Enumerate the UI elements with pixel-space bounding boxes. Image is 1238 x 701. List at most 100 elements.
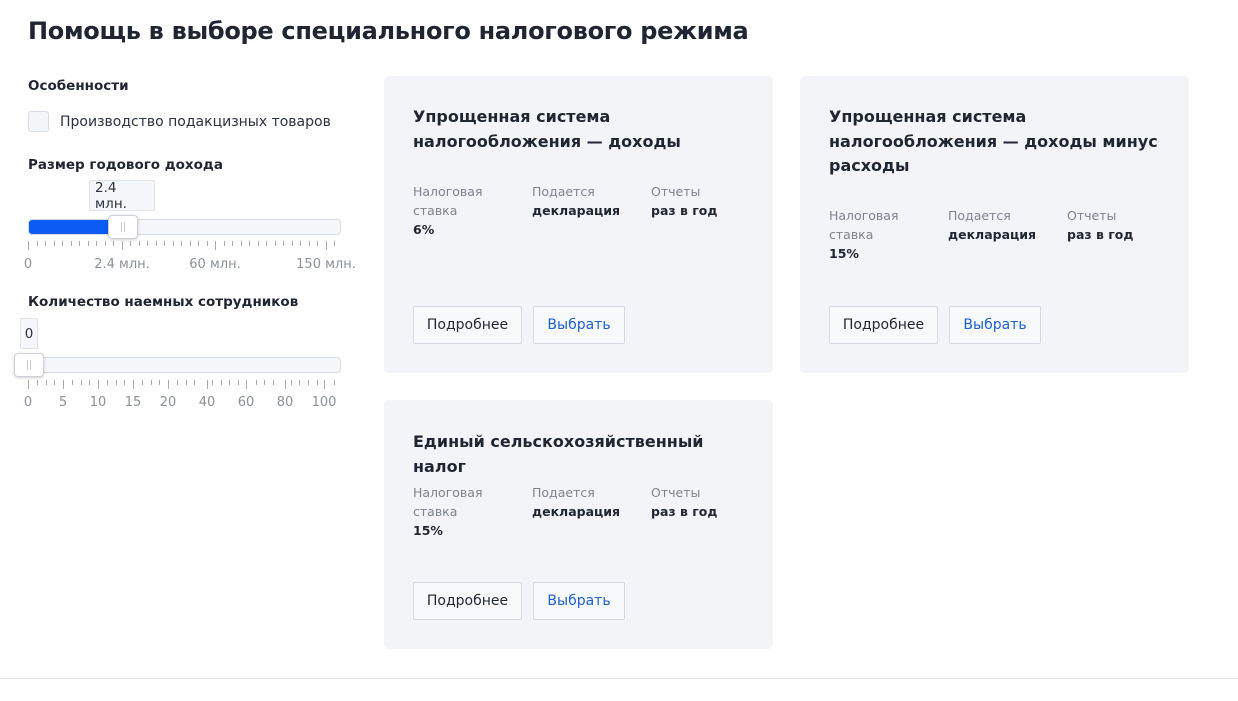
property-value: декларация bbox=[532, 504, 621, 519]
select-button[interactable]: Выбрать bbox=[949, 306, 1041, 344]
slider-tick bbox=[80, 380, 82, 385]
employees-tick-label: 0 bbox=[23, 395, 33, 410]
slider-tick bbox=[240, 241, 242, 246]
income-tick-label: 150 млн. bbox=[296, 257, 356, 272]
slider-tick bbox=[141, 380, 143, 385]
employees-tick-label: 20 bbox=[159, 395, 177, 410]
slider-tick bbox=[36, 380, 38, 385]
slider-tick bbox=[215, 241, 216, 250]
slider-tick bbox=[28, 241, 29, 250]
footer-divider bbox=[0, 678, 1238, 679]
features-heading: Особенности bbox=[28, 78, 129, 94]
income-value-badge: 2.4 млн. bbox=[89, 180, 155, 212]
slider-tick bbox=[220, 380, 222, 385]
slider-tick bbox=[206, 241, 208, 246]
slider-tick bbox=[229, 380, 231, 385]
slider-tick bbox=[63, 380, 64, 389]
slider-tick bbox=[87, 241, 89, 246]
excise-goods-checkbox[interactable] bbox=[28, 111, 49, 132]
details-button[interactable]: Подробнее bbox=[413, 306, 522, 344]
employees-slider-handle[interactable] bbox=[14, 353, 44, 377]
slider-tick bbox=[266, 241, 267, 246]
property-value: раз в год bbox=[651, 504, 718, 519]
employees-heading: Количество наемных сотрудников bbox=[28, 294, 299, 310]
slider-tick bbox=[98, 380, 99, 389]
slider-tick bbox=[238, 380, 239, 385]
card-title: Упрощенная система налогообложения — дох… bbox=[413, 107, 681, 151]
slider-tick bbox=[79, 241, 80, 246]
slider-tick bbox=[45, 380, 47, 385]
slider-tick bbox=[36, 241, 38, 246]
employees-value-badge: 0 bbox=[20, 318, 38, 349]
card-properties: Налоговая ставка 6% Подается декларация … bbox=[413, 182, 770, 239]
employees-slider-ticks bbox=[28, 380, 341, 390]
slider-tick bbox=[138, 241, 140, 246]
card-properties: Налоговая ставка 15% Подается декларация… bbox=[829, 206, 1186, 263]
slider-tick bbox=[130, 241, 131, 246]
filing-property: Подается декларация bbox=[532, 182, 651, 239]
select-button[interactable]: Выбрать bbox=[533, 582, 625, 620]
property-label: Подается bbox=[948, 208, 1011, 223]
slider-tick bbox=[122, 241, 123, 250]
card-title: Единый сельскохозяйственный налог bbox=[413, 432, 704, 476]
reports-property: Отчеты раз в год bbox=[651, 182, 770, 239]
slider-tick bbox=[264, 380, 266, 385]
employees-tick-label: 15 bbox=[124, 395, 142, 410]
slider-tick bbox=[273, 380, 274, 385]
card-actions: Подробнее Выбрать bbox=[413, 582, 625, 620]
slider-tick bbox=[181, 241, 182, 246]
slider-tick bbox=[104, 241, 106, 246]
select-button[interactable]: Выбрать bbox=[533, 306, 625, 344]
property-value: декларация bbox=[532, 203, 621, 218]
tax-regime-card: Упрощенная система налогообложения — дох… bbox=[800, 76, 1189, 373]
card-title: Упрощенная система налогообложения — дох… bbox=[829, 107, 1158, 175]
slider-tick bbox=[155, 241, 157, 246]
slider-tick bbox=[133, 380, 134, 389]
slider-tick bbox=[89, 380, 91, 385]
slider-tick bbox=[324, 380, 325, 389]
slider-tick bbox=[194, 380, 196, 385]
property-value: раз в год bbox=[1067, 227, 1134, 242]
details-button[interactable]: Подробнее bbox=[829, 306, 938, 344]
slider-tick bbox=[164, 241, 165, 246]
employees-tick-label: 40 bbox=[198, 395, 216, 410]
slider-tick bbox=[283, 241, 284, 246]
slider-tick bbox=[113, 241, 114, 246]
slider-tick bbox=[291, 241, 293, 246]
excise-goods-option[interactable]: Производство подакцизных товаров bbox=[28, 111, 331, 132]
slider-tick bbox=[223, 241, 225, 246]
slider-tick bbox=[308, 380, 309, 385]
employees-tick-label: 60 bbox=[237, 395, 255, 410]
income-slider-handle[interactable] bbox=[108, 215, 138, 239]
card-actions: Подробнее Выбрать bbox=[829, 306, 1041, 344]
slider-tick bbox=[255, 380, 257, 385]
slider-tick bbox=[168, 380, 169, 389]
reports-property: Отчеты раз в год bbox=[1067, 206, 1186, 263]
slider-tick bbox=[124, 380, 126, 385]
card-properties: Налоговая ставка 15% Подается декларация… bbox=[413, 483, 770, 540]
slider-tick bbox=[232, 241, 233, 246]
slider-tick bbox=[28, 380, 29, 389]
income-heading: Размер годового дохода bbox=[28, 157, 223, 173]
slider-tick bbox=[334, 380, 336, 385]
slider-tick bbox=[106, 380, 108, 385]
slider-tick bbox=[317, 241, 318, 246]
slider-tick bbox=[198, 241, 199, 246]
slider-tick bbox=[54, 380, 56, 385]
employees-tick-label: 80 bbox=[276, 395, 294, 410]
filing-property: Подается декларация bbox=[948, 206, 1067, 263]
slider-tick bbox=[70, 241, 72, 246]
employees-slider-track[interactable] bbox=[28, 357, 341, 373]
tax-rate-property: Налоговая ставка 15% bbox=[413, 483, 532, 540]
income-slider-track[interactable] bbox=[28, 219, 341, 235]
slider-tick bbox=[308, 241, 310, 246]
property-value: 6% bbox=[413, 222, 435, 237]
slider-tick bbox=[257, 241, 259, 246]
details-button[interactable]: Подробнее bbox=[413, 582, 522, 620]
slider-tick bbox=[150, 380, 152, 385]
slider-tick bbox=[207, 380, 208, 389]
income-tick-label: 2.4 млн. bbox=[94, 257, 150, 272]
property-label: Подается bbox=[532, 485, 595, 500]
property-label: Отчеты bbox=[651, 485, 701, 500]
property-value: 15% bbox=[829, 246, 859, 261]
